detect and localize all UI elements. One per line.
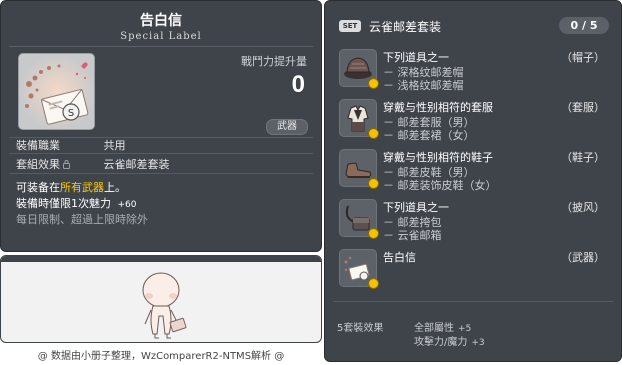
set-item-type: （帽子） — [561, 51, 605, 64]
equip-status-icon — [368, 278, 379, 289]
set-item-type: （套服） — [561, 101, 605, 114]
set-item-outfit[interactable]: 穿戴与性别相符的套服 （套服） － 邮差套服（男） － 邮差套裙（女） — [337, 99, 613, 143]
set-item-name: 告白信 — [383, 251, 416, 264]
job-row: 裝備職業 共用 — [16, 137, 126, 153]
equip-status-icon — [368, 78, 379, 89]
set-item-option: － 云雀邮箱 — [383, 229, 442, 242]
cape-slot — [339, 199, 379, 239]
set-item-type: （武器） — [561, 251, 605, 264]
power-label: 戰鬥力提升量 — [241, 55, 307, 68]
set-item-type: （披风） — [561, 201, 605, 214]
set-item-shoes[interactable]: 穿戴与性别相符的鞋子 （鞋子） － 邮差皮鞋（男） － 邮差装饰皮鞋（女） — [337, 149, 613, 193]
set-divider — [333, 301, 613, 302]
set-item-name: 下列道具之一 — [383, 51, 449, 64]
item-name: 告白信 — [140, 13, 182, 29]
set-effect-panel: SET 云雀邮差套装 0 / 5 下列道具之一 （帽子） － 深格纹邮差帽 － … — [324, 0, 622, 362]
bonus-text: 攻擊力/魔力 — [414, 337, 468, 348]
credit-footer: @ 数据由小册子整理，WzComparerR2-NTMS解析 @ — [37, 351, 285, 362]
set-item-weapon[interactable]: 告白信 （武器） — [337, 249, 613, 293]
set-badge: SET — [339, 20, 361, 32]
equip-status-icon — [368, 128, 379, 139]
item-subtitle: Special Label — [120, 31, 202, 42]
charm-text: 裝備時僅限1次魅力 — [16, 197, 111, 210]
desc-highlight: 所有武器 — [60, 181, 104, 194]
set-item-name: 穿戴与性别相符的鞋子 — [383, 151, 493, 164]
lock-icon — [63, 160, 70, 169]
set-effect-label-wrap: 套組效果 — [16, 156, 100, 172]
header-divider — [9, 46, 313, 47]
set-item-option: － 邮差套裙（女） — [383, 129, 475, 142]
limit-note: 每日限制、超過上限時除外 — [16, 213, 148, 226]
set-bonus-line: 攻擊力/魔力 +3 — [414, 333, 485, 348]
hat-slot — [339, 49, 379, 89]
set-effect-label: 套組效果 — [16, 158, 60, 171]
set-name: 云雀邮差套装 — [369, 20, 442, 34]
character-preview-panel — [0, 255, 322, 343]
equip-description: 可装备在所有武器上。 — [16, 179, 126, 195]
set-effect-value: 云雀邮差套装 — [103, 158, 170, 171]
equip-status-icon — [368, 228, 379, 239]
power-value: 0 — [291, 71, 305, 98]
bonus-value: +3 — [471, 338, 485, 348]
set-count: 0 / 5 — [559, 17, 609, 34]
charm-value: +60 — [117, 200, 137, 210]
character-avatar — [142, 272, 187, 339]
divider — [9, 173, 313, 174]
category-badge: 武器 — [266, 119, 308, 135]
outfit-slot — [339, 99, 379, 139]
desc-prefix: 可装备在 — [16, 181, 60, 194]
set-item-name: 下列道具之一 — [383, 201, 449, 214]
charm-line: 裝備時僅限1次魅力 +60 — [16, 195, 137, 211]
weapon-slot — [339, 249, 379, 289]
set-bonus-line: 全部屬性 +5 — [414, 319, 471, 334]
item-icon-frame: S — [18, 53, 95, 130]
set-effect-row: 套組效果 云雀邮差套装 — [16, 156, 170, 172]
set-item-option: － 浅格纹邮差帽 — [383, 79, 464, 92]
job-value: 共用 — [103, 139, 126, 152]
svg-text:S: S — [68, 108, 74, 119]
set-item-name: 穿戴与性别相符的套服 — [383, 101, 493, 114]
set-item-cape[interactable]: 下列道具之一 （披风） － 邮差挎包 － 云雀邮箱 — [337, 199, 613, 243]
set-item-type: （鞋子） — [561, 151, 605, 164]
equip-status-icon — [368, 178, 379, 189]
divider — [9, 153, 313, 154]
set-bonus-label: 5套裝效果 — [337, 323, 384, 334]
shoes-slot — [339, 149, 379, 189]
desc-suffix: 上。 — [104, 181, 126, 194]
set-item-hat[interactable]: 下列道具之一 （帽子） － 深格纹邮差帽 － 浅格纹邮差帽 — [337, 49, 613, 93]
job-label: 裝備職業 — [16, 139, 60, 152]
love-letter-icon: S — [19, 54, 94, 129]
set-item-option: － 邮差装饰皮鞋（女） — [383, 179, 497, 192]
item-tooltip-panel: 告白信 Special Label S 戰鬥力提升量 0 武器 裝備職業 共用 … — [0, 0, 322, 252]
